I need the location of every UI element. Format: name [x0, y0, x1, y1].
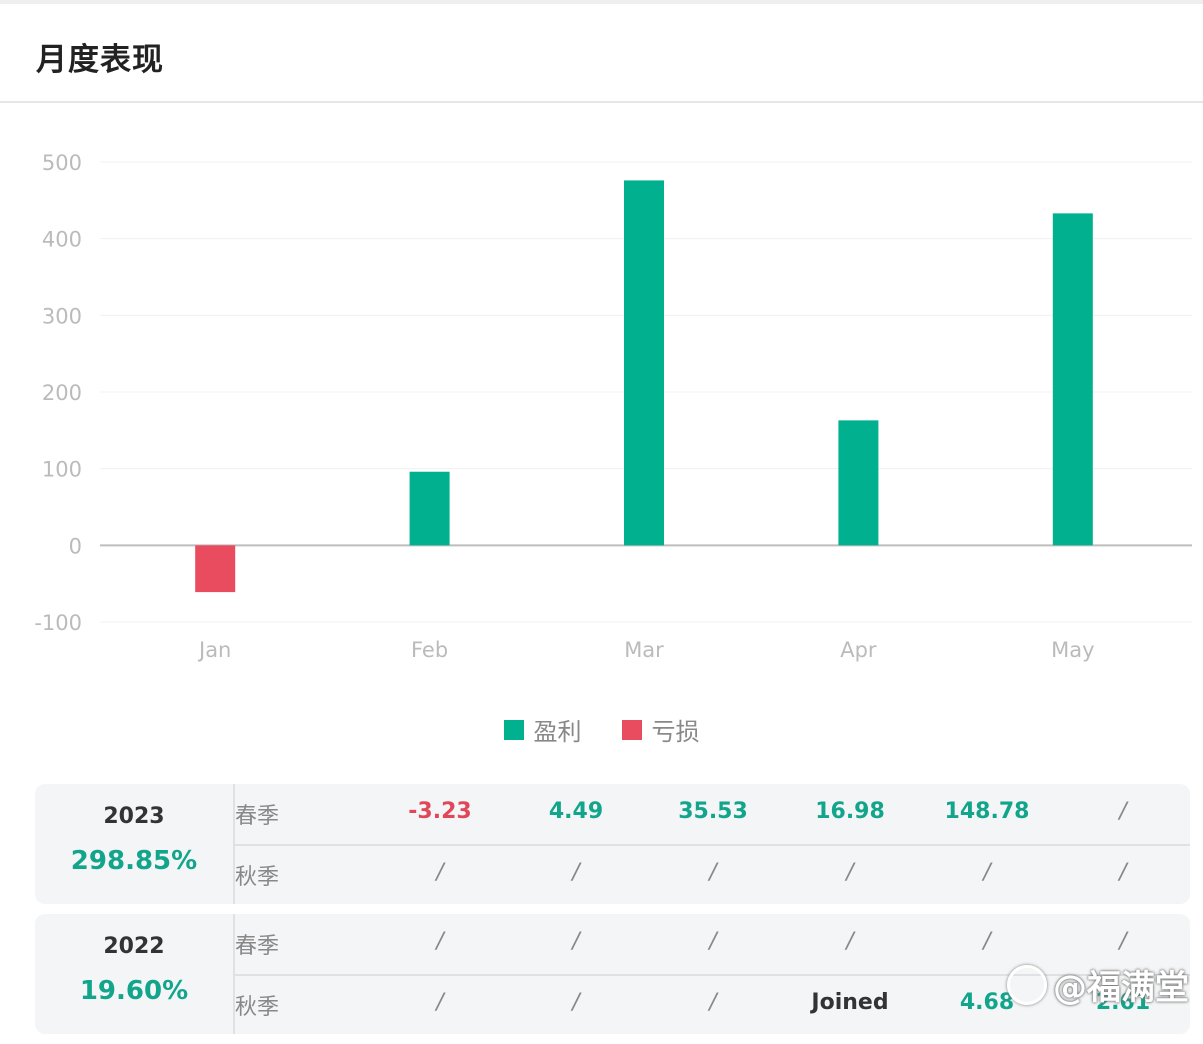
page-title: 月度表现 [36, 42, 164, 78]
x-tick-label: Apr [840, 638, 877, 662]
season-label: 秋季 [235, 865, 280, 890]
legend-swatch-loss [621, 719, 642, 740]
monthly-bar-chart: -100 0 100 200 300 400 500 Jan Feb Mar Apr May [34, 151, 1192, 662]
value-cell: / [1119, 860, 1127, 885]
y-tick-label: 300 [42, 304, 82, 328]
year-label: 2022 [103, 934, 165, 959]
watermark-text: @福满堂 [1053, 968, 1189, 1008]
legend-swatch-profit [503, 719, 524, 740]
value-cell: / [436, 860, 444, 885]
value-cell: / [572, 860, 580, 885]
x-tick-label: May [1051, 638, 1094, 662]
season-row-autumn: 秋季 / / / / / / [233, 845, 1190, 905]
bar-apr[interactable] [838, 420, 879, 546]
value-cell: / [709, 990, 717, 1015]
year-total-return: 19.60% [79, 976, 189, 1006]
year-summary: 2022 19.60% [35, 914, 235, 1034]
value-cell: 4.49 [548, 799, 604, 824]
legend-label-profit: 盈利 [533, 718, 582, 746]
value-cell: -3.23 [408, 799, 472, 824]
year-card-2023: 2023 298.85% 春季 -3.23 4.49 35.53 16.98 1… [35, 784, 1190, 904]
bar-mar[interactable] [624, 180, 664, 546]
value-cell: 35.53 [678, 799, 748, 824]
y-tick-label: 400 [42, 228, 82, 252]
x-tick-label: Jan [197, 638, 231, 662]
y-tick-label: -100 [34, 611, 82, 635]
value-cell: / [709, 929, 717, 954]
value-cell: / [709, 860, 717, 885]
snowball-logo-icon [1007, 964, 1047, 1005]
bar-feb[interactable] [409, 471, 450, 546]
value-cell: / [983, 929, 991, 954]
x-tick-label: Feb [411, 638, 448, 662]
season-label: 秋季 [235, 995, 280, 1020]
y-tick-label: 100 [42, 458, 82, 482]
year-total-return: 298.85% [70, 846, 198, 876]
value-cell: / [572, 990, 580, 1015]
value-cell: 16.98 [815, 799, 885, 824]
x-tick-label: Mar [624, 638, 664, 662]
value-cell: Joined [811, 990, 889, 1015]
value-cell: / [572, 929, 580, 954]
legend-label-loss: 亏损 [651, 718, 700, 746]
bar-may[interactable] [1052, 213, 1093, 546]
chart-legend: 盈利 亏损 [0, 712, 1203, 747]
value-cell: / [1119, 929, 1127, 954]
value-cell: / [436, 929, 444, 954]
value-cell: / [846, 929, 854, 954]
value-cell: 148.78 [944, 799, 1030, 824]
y-tick-label: 200 [42, 381, 82, 405]
legend-item-loss[interactable]: 亏损 [621, 712, 700, 747]
season-label: 春季 [235, 934, 280, 959]
y-tick-label: 500 [42, 151, 82, 175]
season-row-spring: 春季 -3.23 4.49 35.53 16.98 148.78 / [233, 784, 1190, 846]
year-label: 2023 [103, 804, 165, 829]
value-cell: / [436, 990, 444, 1015]
year-summary: 2023 298.85% [35, 784, 235, 904]
value-cell: / [846, 860, 854, 885]
legend-item-profit[interactable]: 盈利 [503, 712, 582, 747]
watermark: @福满堂 [1007, 960, 1189, 1009]
y-tick-label: 0 [69, 534, 82, 558]
page-header: 月度表现 [0, 4, 1203, 103]
value-cell: / [1119, 799, 1127, 824]
season-label: 春季 [235, 804, 280, 829]
value-cell: / [983, 860, 991, 885]
bar-jan[interactable] [195, 545, 236, 593]
